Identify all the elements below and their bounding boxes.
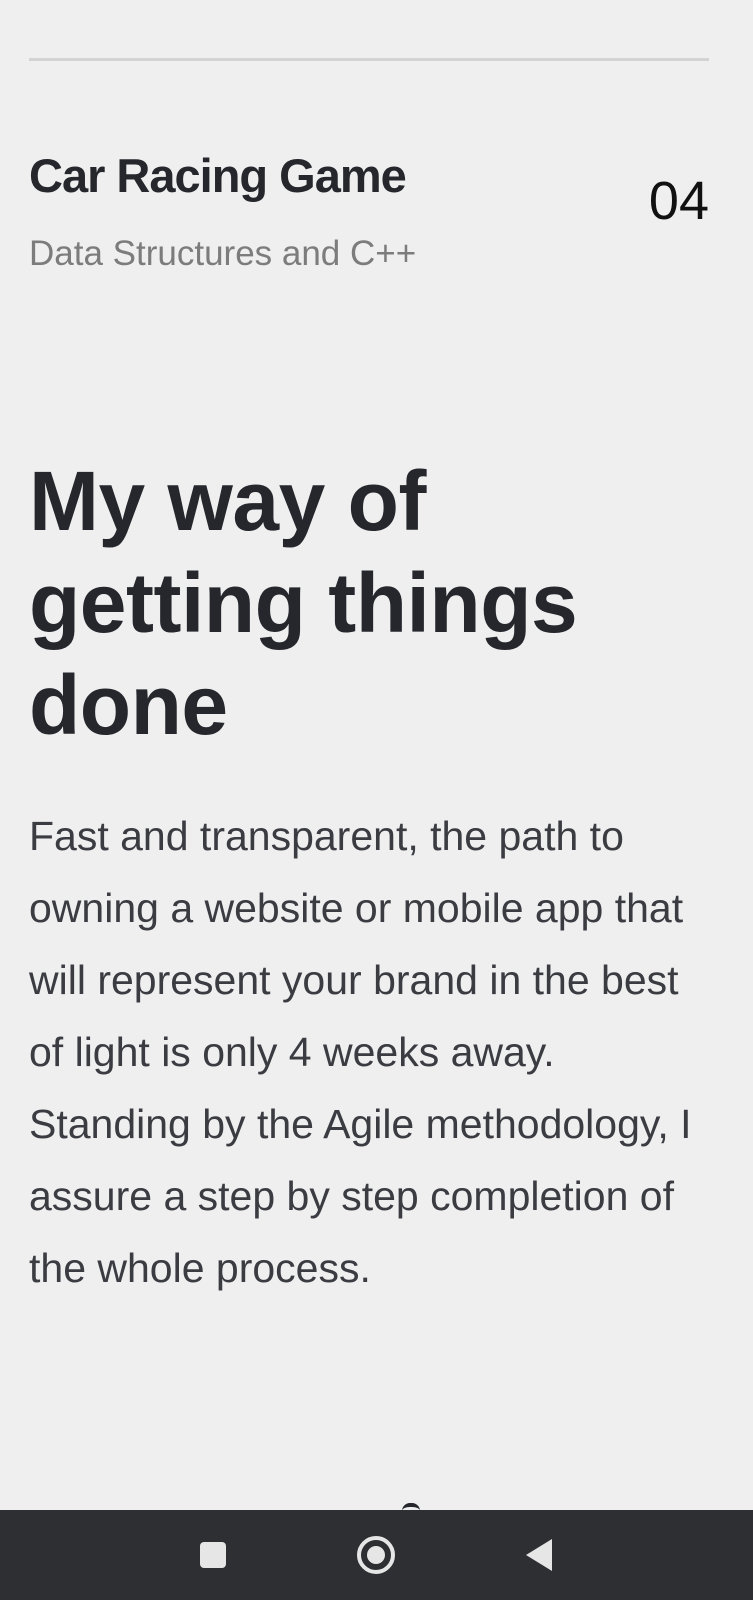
back-button[interactable]	[494, 1510, 584, 1600]
section-divider	[29, 58, 709, 61]
project-card[interactable]: Car Racing Game 04 Data Structures and C…	[29, 148, 709, 288]
project-subtitle: Data Structures and C++	[29, 234, 417, 273]
circle-icon	[357, 1536, 395, 1574]
section-headline: My way of getting things done	[29, 454, 578, 752]
recent-apps-button[interactable]	[168, 1510, 258, 1600]
home-button[interactable]	[331, 1510, 421, 1600]
system-navigation-bar	[0, 1510, 753, 1600]
project-title[interactable]: Car Racing Game	[29, 148, 407, 203]
project-number: 04	[648, 171, 709, 231]
triangle-back-icon	[526, 1539, 552, 1571]
square-icon	[200, 1542, 226, 1568]
page: Car Racing Game 04 Data Structures and C…	[0, 0, 753, 1600]
section-description: Fast and transparent, the path to owning…	[29, 813, 692, 1291]
